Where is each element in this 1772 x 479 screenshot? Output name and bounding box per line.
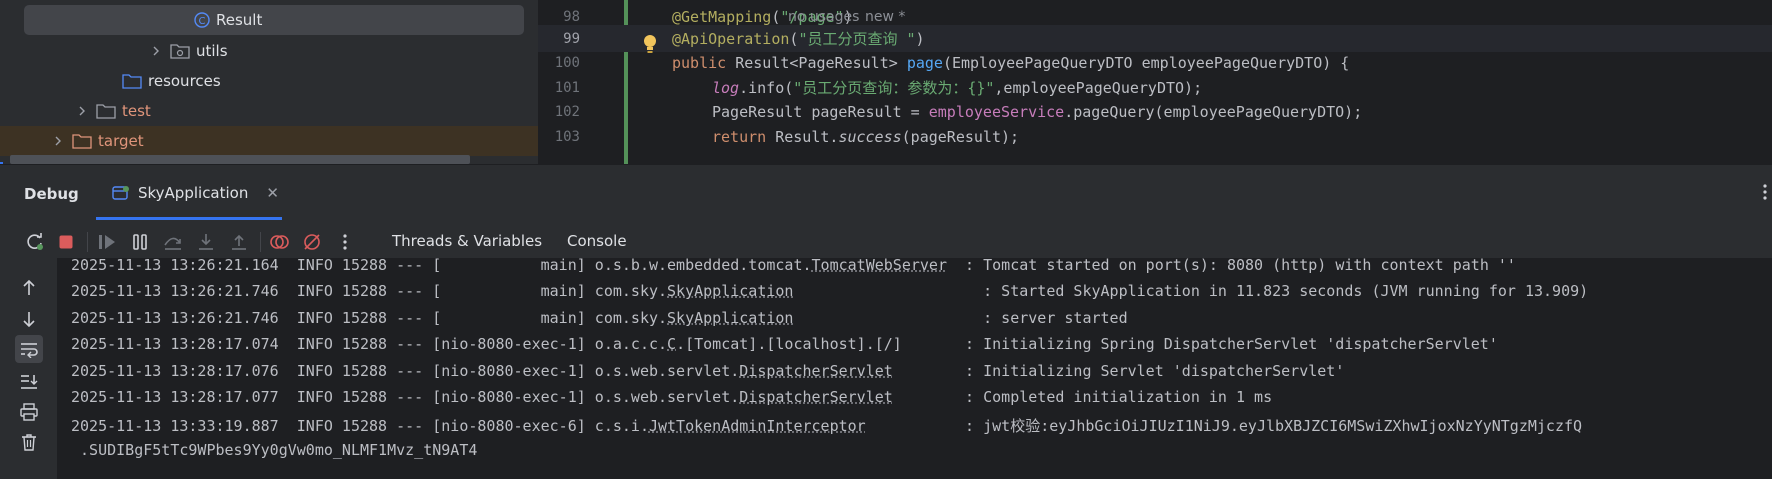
code-text: return Result.success(pageResult); (712, 127, 1020, 146)
debug-title: Debug (24, 185, 79, 203)
code-line[interactable]: 101 log.info("员工分页查询：参数为：{}",employeePag… (538, 74, 1772, 101)
tab-console[interactable]: Console (567, 232, 627, 250)
line-number: 98 (563, 8, 580, 25)
run-config-tab[interactable]: SkyApplication ✕ (96, 165, 282, 221)
chevron-right-icon[interactable] (148, 43, 164, 59)
code-line[interactable]: 102 PageResult pageResult = employeeServ… (538, 98, 1772, 125)
trash-icon[interactable] (17, 430, 41, 454)
step-into-icon[interactable] (195, 231, 217, 253)
tree-item-target[interactable]: target (0, 126, 538, 156)
view-breakpoints-icon[interactable] (268, 231, 290, 253)
line-number: 99 (563, 30, 580, 47)
scroll-down-icon[interactable] (17, 307, 41, 331)
mute-breakpoints-icon[interactable] (301, 231, 323, 253)
folder-icon (122, 74, 142, 89)
excluded-folder-icon (72, 134, 92, 149)
selection-highlight (24, 5, 524, 35)
author-hint[interactable]: new * (865, 9, 905, 25)
log-line-continuation: .SUDIBgF5tTc9WPbes9Yy0gVw0mo_NLMF1Mvz_tN… (71, 441, 478, 459)
code-text: PageResult pageResult = employeeService.… (712, 102, 1363, 121)
tree-item-label: utils (196, 42, 228, 60)
tree-item-label: Result (216, 11, 263, 29)
log-line: 2025-11-13 13:28:17.074 INFO 15288 --- [… (71, 335, 1498, 353)
chevron-right-icon[interactable] (50, 133, 66, 149)
horizontal-scrollbar[interactable] (10, 155, 470, 164)
resume-icon[interactable] (96, 231, 118, 253)
pause-icon[interactable] (129, 231, 151, 253)
toolbar-separator (87, 232, 88, 252)
application-icon (112, 186, 129, 200)
code-text: public Result<PageResult> page(EmployeeP… (672, 53, 1350, 72)
line-number: 103 (554, 128, 580, 145)
more-options-icon[interactable] (1762, 183, 1768, 201)
code-line[interactable]: 103 return Result.success(pageResult); (538, 123, 1772, 150)
more-icon[interactable] (334, 231, 356, 253)
folder-icon (96, 104, 116, 119)
code-editor[interactable]: 98 @GetMapping("/page") no usages new * … (538, 0, 1772, 164)
svg-text:C: C (199, 16, 206, 27)
class-icon: C (194, 12, 210, 28)
code-line[interactable]: 100 public Result<PageResult> page(Emplo… (538, 49, 1772, 76)
package-folder-icon (170, 44, 190, 59)
usages-hint[interactable]: no usages (788, 9, 859, 25)
step-over-icon[interactable] (162, 231, 184, 253)
tree-item-label: resources (148, 72, 221, 90)
step-out-icon[interactable] (228, 231, 250, 253)
line-number: 101 (554, 79, 580, 96)
code-text: log.info("员工分页查询：参数为：{}",employeePageQue… (712, 79, 1203, 97)
scroll-to-end-icon[interactable] (17, 370, 41, 394)
console-side-toolbar (0, 264, 57, 479)
close-icon[interactable]: ✕ (266, 184, 279, 202)
code-text: @ApiOperation("员工分页查询 ") (672, 30, 925, 48)
log-line: 2025-11-13 13:28:17.076 INFO 15288 --- [… (71, 362, 1345, 380)
console-output[interactable]: 2025-11-13 13:26:21.164 INFO 15288 --- [… (57, 258, 1772, 479)
chevron-right-icon[interactable] (74, 103, 90, 119)
log-line: 2025-11-13 13:28:17.077 INFO 15288 --- [… (71, 388, 1273, 406)
log-line: 2025-11-13 13:26:21.746 INFO 15288 --- [… (71, 282, 1589, 300)
soft-wrap-icon[interactable] (15, 335, 43, 363)
stop-icon[interactable] (55, 231, 77, 253)
log-line: 2025-11-13 13:26:21.164 INFO 15288 --- [… (71, 258, 1516, 274)
log-line: 2025-11-13 13:26:21.746 INFO 15288 --- [… (71, 309, 1128, 327)
run-tab-label: SkyApplication (138, 184, 249, 202)
line-number: 100 (554, 54, 580, 71)
log-line: 2025-11-13 13:33:19.887 INFO 15288 --- [… (71, 417, 1583, 435)
tree-item-label: target (98, 132, 144, 150)
tree-item-utils[interactable]: utils (0, 36, 538, 66)
tree-item-resources[interactable]: resources (0, 66, 538, 96)
project-tree: C Result utils resources test target (0, 0, 538, 164)
tree-item-label: test (122, 102, 151, 120)
scroll-up-icon[interactable] (17, 276, 41, 300)
toolbar-separator (260, 232, 261, 252)
tree-item-test[interactable]: test (0, 96, 538, 126)
line-number: 102 (554, 103, 580, 120)
rerun-icon[interactable] (24, 231, 46, 253)
tab-threads-variables[interactable]: Threads & Variables (392, 232, 542, 250)
tree-item-result[interactable]: C Result (0, 5, 538, 35)
print-icon[interactable] (17, 400, 41, 424)
code-line-current[interactable]: 99 @ApiOperation("员工分页查询 ") (538, 25, 1772, 52)
debug-tool-window-header: Debug SkyApplication ✕ (0, 164, 1772, 221)
